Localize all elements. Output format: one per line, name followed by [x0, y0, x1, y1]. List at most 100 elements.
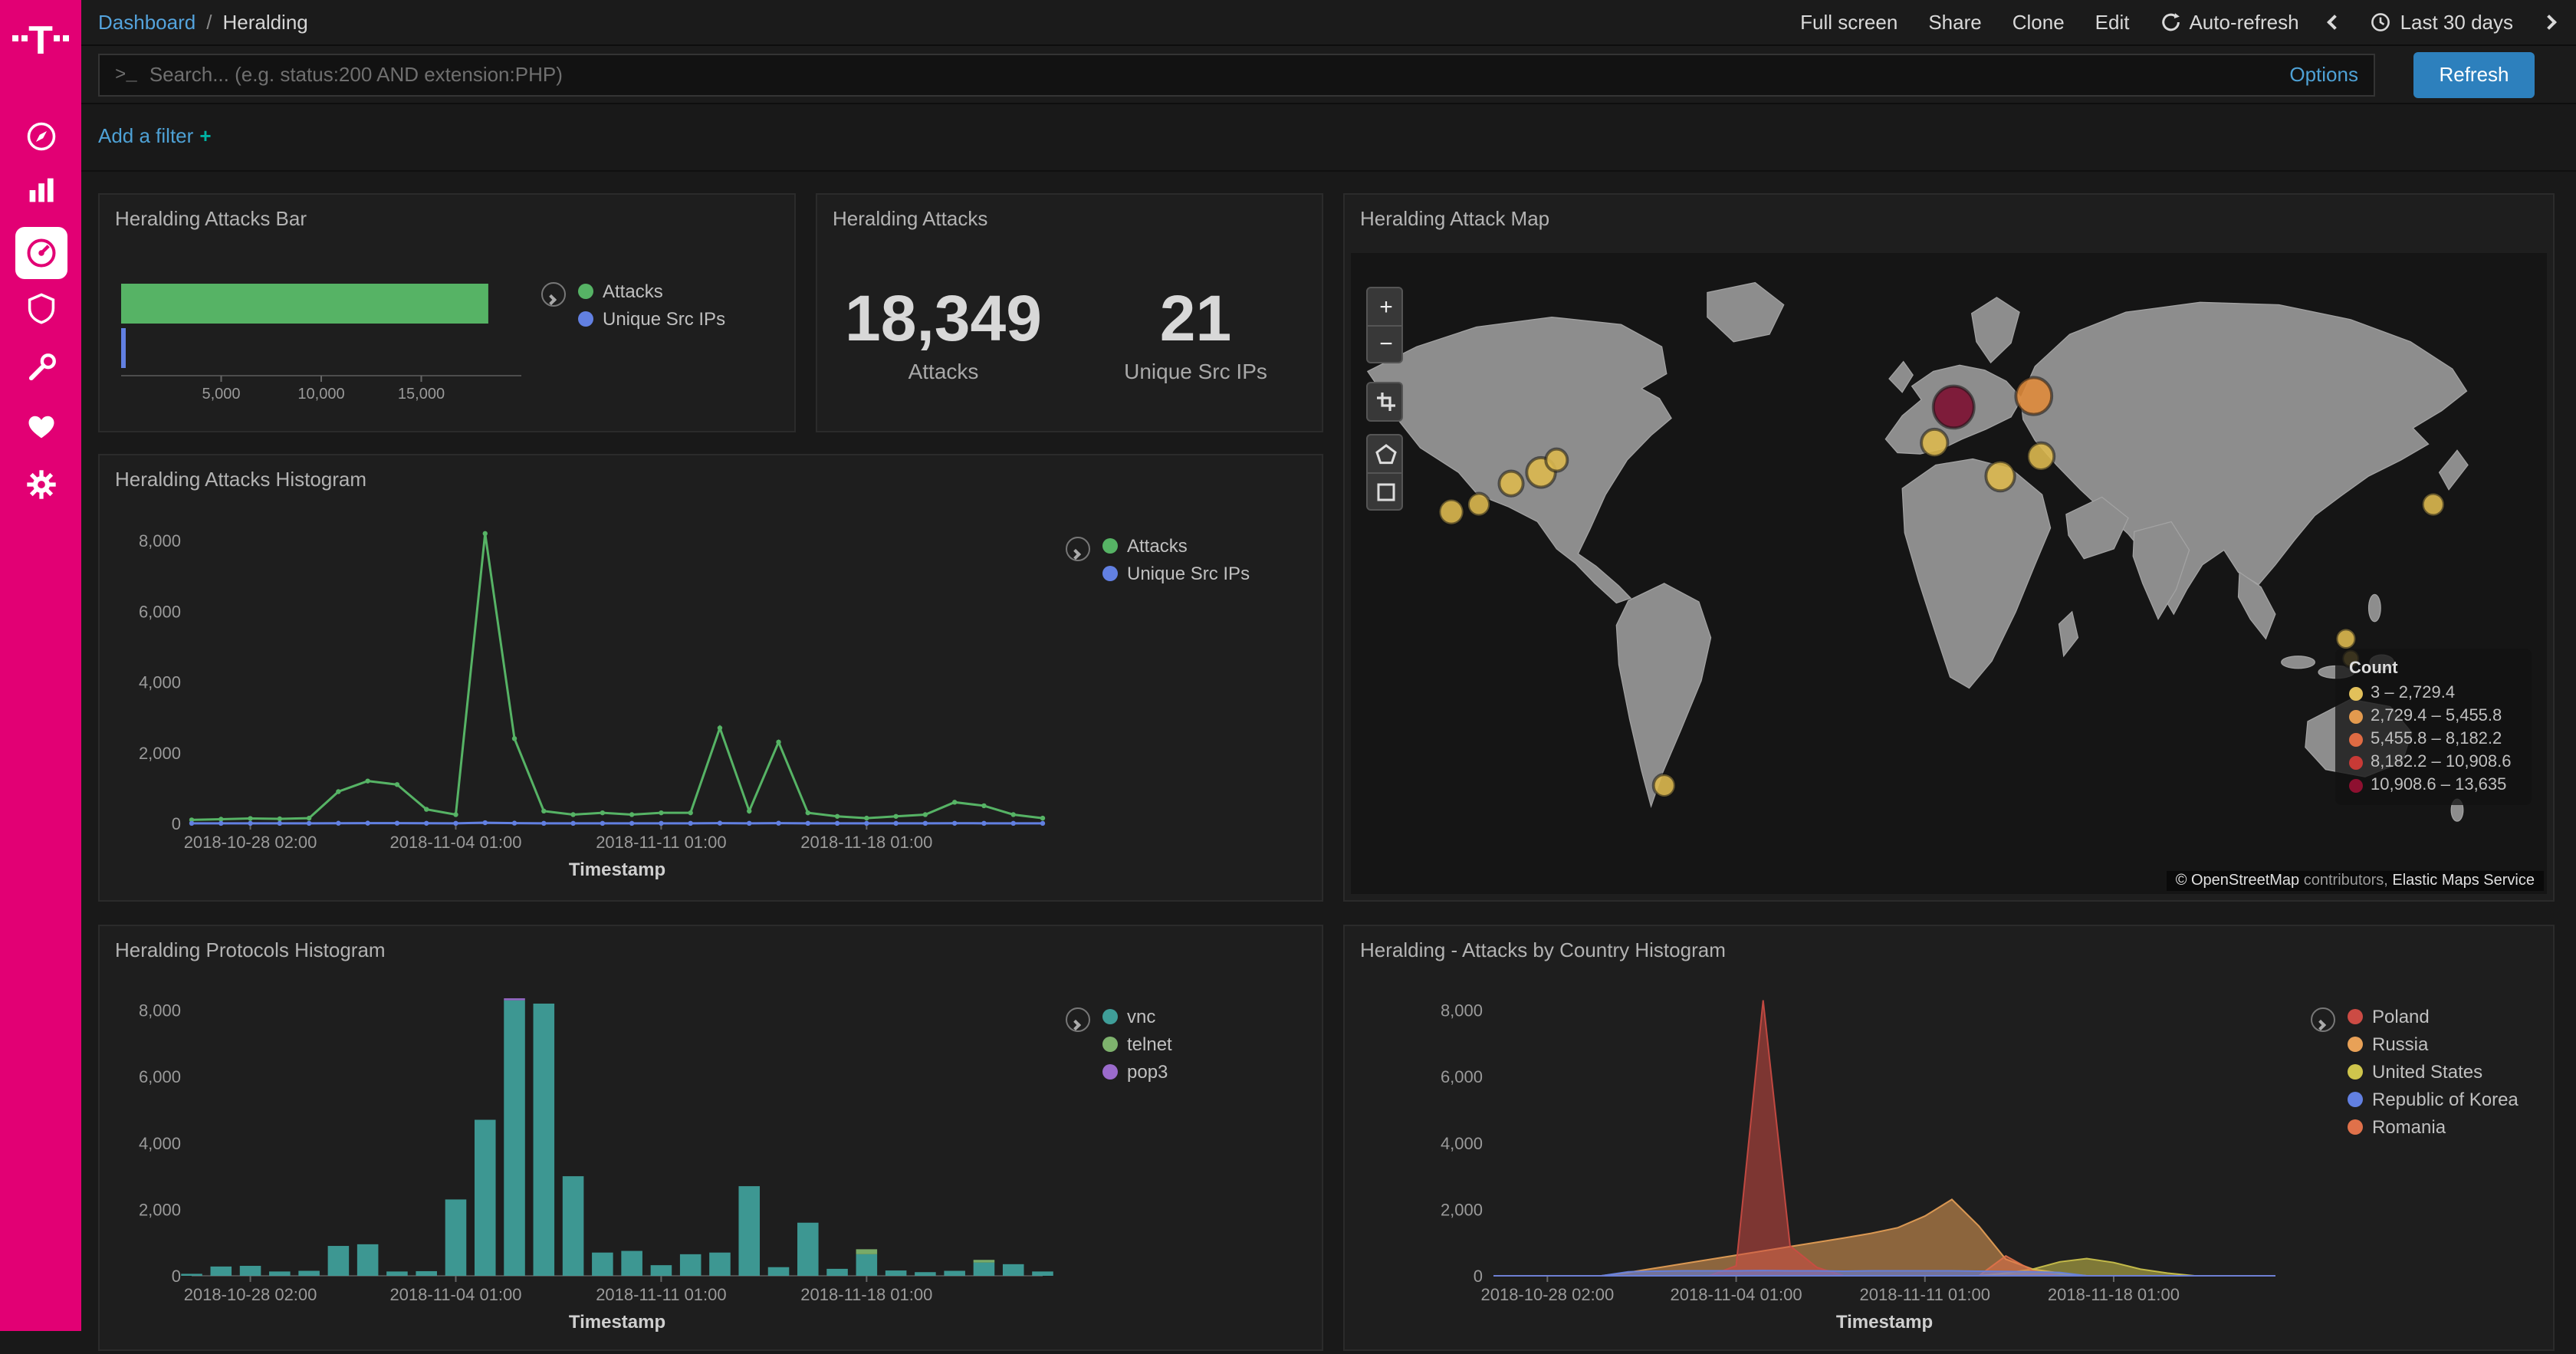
logo-dot — [63, 35, 69, 41]
svg-text:15,000: 15,000 — [398, 386, 445, 403]
query-options-link[interactable]: Options — [2289, 63, 2358, 86]
time-forward-button[interactable] — [2544, 17, 2555, 28]
edit-button[interactable]: Edit — [2095, 11, 2130, 34]
heartbeat-icon — [24, 409, 58, 443]
auto-refresh-button[interactable]: Auto-refresh — [2160, 11, 2298, 34]
svg-text:Timestamp: Timestamp — [569, 1312, 665, 1333]
svg-text:2018-11-11 01:00: 2018-11-11 01:00 — [596, 1285, 726, 1304]
sidebar-item-dev-tools[interactable] — [0, 342, 81, 394]
openstreetmap-link[interactable]: © OpenStreetMap — [2176, 873, 2300, 889]
legend-item[interactable]: Poland — [2348, 1006, 2518, 1027]
telekom-logo[interactable]: T — [0, 12, 81, 67]
legend-item[interactable]: Attacks — [578, 281, 725, 302]
legend-item[interactable]: Unique Src IPs — [578, 308, 725, 330]
query-bar: >_ Options Refresh — [81, 46, 2576, 104]
panel-title: Heralding Protocols Histogram — [115, 938, 386, 961]
legend-item[interactable]: Unique Src IPs — [1102, 563, 1250, 584]
elastic-maps-service-link[interactable]: Elastic Maps Service — [2392, 873, 2535, 889]
time-back-button[interactable] — [2330, 17, 2341, 28]
svg-text:5,000: 5,000 — [202, 386, 240, 403]
legend-item[interactable]: Attacks — [1102, 535, 1250, 557]
crop-tool-button[interactable] — [1368, 383, 1403, 420]
legend-expand-button[interactable] — [541, 282, 566, 307]
sidebar-item-dashboard[interactable] — [0, 227, 81, 279]
legend-item[interactable]: Republic of Korea — [2348, 1089, 2518, 1110]
legend-color-dot — [1102, 538, 1118, 554]
svg-text:4,000: 4,000 — [139, 1134, 181, 1153]
svg-text:2018-11-11 01:00: 2018-11-11 01:00 — [596, 833, 726, 852]
panel-title: Heralding - Attacks by Country Histogram — [1360, 938, 1726, 961]
panel-title: Heralding Attack Map — [1360, 207, 1549, 230]
time-range-picker[interactable]: Last 30 days — [2371, 11, 2513, 34]
zoom-in-button[interactable]: + — [1368, 288, 1403, 325]
attacks-bar-chart[interactable]: 5,00010,00015,000 — [112, 262, 549, 416]
sidebar-item-visualize[interactable] — [0, 164, 81, 216]
legend-item[interactable]: 10,908.6 – 13,635 — [2349, 776, 2518, 794]
share-button[interactable]: Share — [1928, 11, 1981, 34]
top-navbar: Dashboard / Heralding Full screen Share … — [81, 0, 2576, 46]
legend-expand-button[interactable] — [1066, 1007, 1090, 1032]
legend-color-dot — [2348, 1064, 2363, 1080]
map-canvas[interactable]: + − — [1351, 253, 2547, 894]
legend-color-dot — [1102, 1037, 1118, 1052]
metric-label: Unique Src IPs — [1124, 358, 1267, 383]
legend-color-dot — [2348, 1009, 2363, 1024]
svg-text:6,000: 6,000 — [139, 602, 181, 621]
legend-item[interactable]: vnc — [1102, 1006, 1172, 1027]
unique-src-ips-metric: 21 Unique Src IPs — [1070, 238, 1322, 431]
sidebar-item-management[interactable] — [0, 458, 81, 511]
legend-item[interactable]: telnet — [1102, 1034, 1172, 1055]
legend-item[interactable]: 5,455.8 – 8,182.2 — [2349, 730, 2518, 748]
legend-expand-button[interactable] — [1066, 537, 1090, 561]
svg-text:2018-11-18 01:00: 2018-11-18 01:00 — [2048, 1285, 2180, 1304]
add-filter-link[interactable]: Add a filter+ — [98, 124, 212, 147]
svg-text:2,000: 2,000 — [139, 744, 181, 763]
breadcrumb-dashboard-link[interactable]: Dashboard — [98, 11, 196, 34]
legend-item[interactable]: United States — [2348, 1061, 2518, 1083]
panel-title: Heralding Attacks — [833, 207, 987, 230]
breadcrumb-separator: / — [206, 11, 212, 34]
map-zoom-controls: + − — [1366, 287, 1403, 363]
attacks-histogram-chart[interactable]: 02,0004,0006,0008,0002018-10-28 02:00201… — [112, 511, 1055, 894]
svg-text:2018-11-18 01:00: 2018-11-18 01:00 — [800, 833, 932, 852]
sidebar: T — [0, 0, 81, 1331]
search-box[interactable]: >_ Options — [98, 53, 2375, 96]
country-histogram-chart[interactable]: 02,0004,0006,0008,0002018-10-28 02:00201… — [1414, 981, 2288, 1346]
panel-protocols-histogram: Heralding Protocols Histogram 02,0004,00… — [98, 925, 1323, 1351]
panel-title: Heralding Attacks Bar — [115, 207, 307, 230]
chevron-right-icon — [2542, 15, 2557, 30]
legend-expand-button[interactable] — [2311, 1007, 2335, 1032]
sidebar-item-security[interactable] — [0, 282, 81, 334]
draw-polygon-button[interactable] — [1368, 435, 1403, 472]
chart-legend: Attacks Unique Src IPs — [541, 281, 725, 330]
search-input[interactable] — [150, 63, 2275, 86]
draw-rectangle-button[interactable] — [1368, 472, 1403, 509]
sidebar-item-discover[interactable] — [0, 110, 81, 163]
chart-legend: Poland Russia United States Republic of Kor… — [2311, 1006, 2518, 1138]
legend-item[interactable]: Romania — [2348, 1116, 2518, 1138]
full-screen-button[interactable]: Full screen — [1800, 11, 1898, 34]
legend-item[interactable]: 8,182.2 – 10,908.6 — [2349, 753, 2518, 771]
legend-item[interactable]: 2,729.4 – 5,455.8 — [2349, 707, 2518, 725]
chart-legend: Attacks Unique Src IPs — [1066, 535, 1250, 584]
legend-color-dot — [2349, 755, 2363, 769]
chevron-right-icon — [1070, 549, 1081, 560]
zoom-out-button[interactable]: − — [1368, 325, 1403, 362]
protocols-histogram-chart[interactable]: 02,0004,0006,0008,0002018-10-28 02:00201… — [112, 981, 1055, 1346]
chart-legend: vnc telnet pop3 — [1066, 1006, 1172, 1083]
legend-item[interactable]: 3 – 2,729.4 — [2349, 684, 2518, 702]
legend-item[interactable]: pop3 — [1102, 1061, 1172, 1083]
svg-text:0: 0 — [172, 1267, 181, 1286]
sidebar-item-monitoring[interactable] — [0, 400, 81, 452]
clone-button[interactable]: Clone — [2013, 11, 2065, 34]
legend-color-dot — [2348, 1092, 2363, 1107]
refresh-button[interactable]: Refresh — [2413, 51, 2535, 97]
legend-item[interactable]: Russia — [2348, 1034, 2518, 1055]
svg-text:2018-11-04 01:00: 2018-11-04 01:00 — [1671, 1285, 1802, 1304]
legend-items: 3 – 2,729.4 2,729.4 – 5,455.8 5,455.8 – 8,… — [2349, 684, 2518, 794]
metric-value: 18,349 — [845, 286, 1042, 353]
svg-text:2018-11-04 01:00: 2018-11-04 01:00 — [389, 833, 521, 852]
metric-group: 18,349 Attacks 21 Unique Src IPs — [817, 238, 1322, 431]
svg-text:2018-11-04 01:00: 2018-11-04 01:00 — [389, 1285, 521, 1304]
map-fit-controls — [1366, 382, 1403, 422]
